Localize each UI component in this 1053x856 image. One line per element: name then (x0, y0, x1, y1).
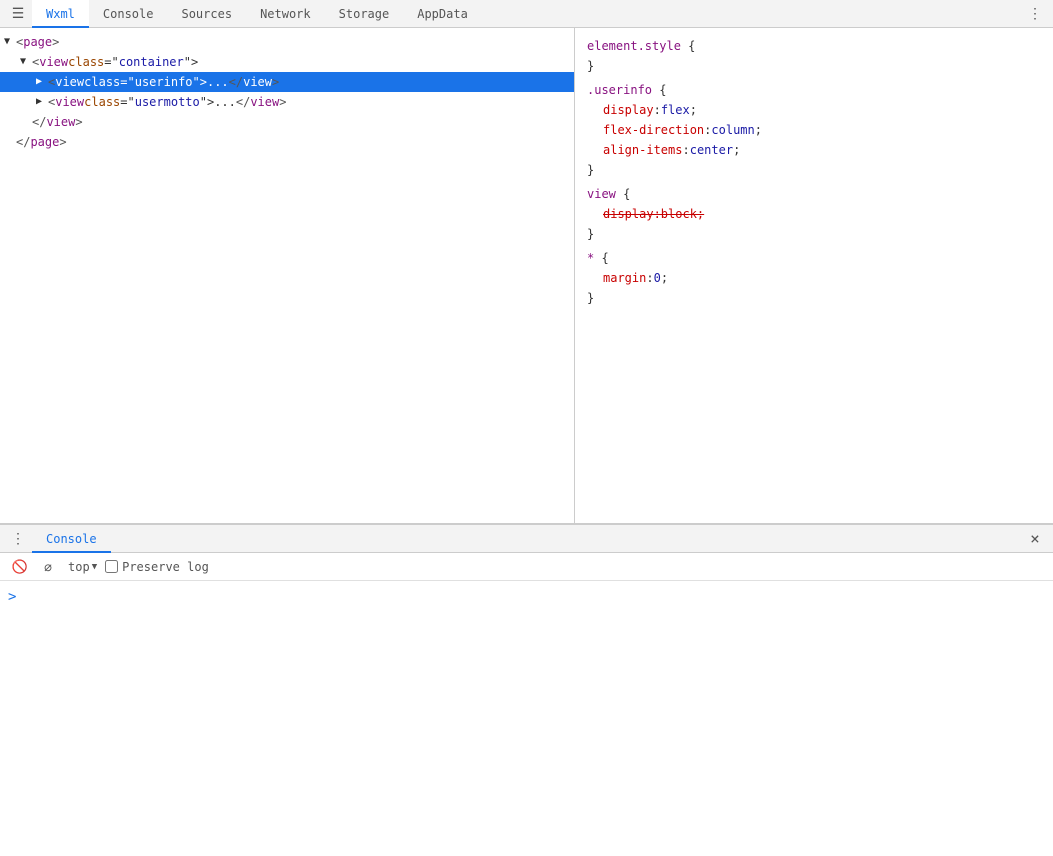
console-close-button[interactable]: × (1021, 525, 1049, 553)
tree-row-view-usermotto[interactable]: ▶ <view class="usermotto">...</view> (0, 92, 574, 112)
console-body: > (0, 581, 1053, 856)
tab-storage[interactable]: Storage (325, 0, 404, 28)
console-caret-icon: > (8, 589, 16, 605)
console-tab-console[interactable]: Console (32, 525, 111, 553)
css-rule-view-selector: view { (587, 184, 1041, 204)
preserve-log-label: Preserve log (122, 560, 209, 574)
filter-icon: ⌀ (44, 559, 52, 575)
level-selector[interactable]: top ▼ (64, 560, 101, 574)
wxml-tree-panel: ▼ <page> ▼ <view class="container"> ▶ <v… (0, 28, 575, 523)
console-filter-toggle-button[interactable]: ⌀ (36, 555, 60, 579)
dots-icon: ⋮ (11, 530, 25, 547)
css-brace-close-element: } (587, 56, 1041, 76)
level-label: top (68, 560, 90, 574)
tab-console[interactable]: Console (89, 0, 168, 28)
toolbar: ☰ Wxml Console Sources Network Storage A… (0, 0, 1053, 28)
tree-row-view-userinfo[interactable]: ▶ <view class="userinfo">...</view> (0, 72, 574, 92)
preserve-log-checkbox[interactable] (105, 560, 118, 573)
tree-row-view-close[interactable]: </view> (0, 112, 574, 132)
toolbar-left: ☰ (4, 0, 32, 28)
main-panel: ▼ <page> ▼ <view class="container"> ▶ <v… (0, 28, 1053, 524)
tree-toggle-container[interactable]: ▼ (20, 56, 32, 68)
more-options-button[interactable]: ⋮ (1021, 0, 1049, 28)
css-prop-align-items: align-items:center; (587, 140, 1041, 160)
css-rule-userinfo-selector: .userinfo { (587, 80, 1041, 100)
tab-network[interactable]: Network (246, 0, 325, 28)
tree-toggle-page[interactable]: ▼ (4, 36, 16, 48)
console-tab-bar: ⋮ Console × (0, 525, 1053, 553)
css-rule-element-style: element.style { (587, 36, 1041, 56)
css-prop-display-flex: display:flex; (587, 100, 1041, 120)
tree-toggle-view-close (20, 116, 32, 128)
chevron-down-icon: ▼ (92, 562, 97, 572)
tree-toggle-usermotto[interactable]: ▶ (36, 96, 48, 108)
css-prop-display-block: display:block; (587, 204, 1041, 224)
console-clear-button[interactable]: 🚫 (8, 555, 32, 579)
hamburger-icon: ☰ (12, 5, 25, 22)
tree-row-page-close[interactable]: </page> (0, 132, 574, 152)
toolbar-right: ⋮ (1021, 0, 1049, 28)
tab-wxml[interactable]: Wxml (32, 0, 89, 28)
console-input[interactable] (20, 590, 1045, 604)
tree-row-page-open[interactable]: ▼ <page> (0, 32, 574, 52)
tab-appdata[interactable]: AppData (403, 0, 482, 28)
css-brace-close-view: } (587, 224, 1041, 244)
console-drawer-menu-button[interactable]: ⋮ (4, 525, 32, 553)
css-rule-star-selector: * { (587, 248, 1041, 268)
preserve-log-control[interactable]: Preserve log (105, 560, 209, 574)
console-toolbar: 🚫 ⌀ top ▼ Preserve log (0, 553, 1053, 581)
clear-icon: 🚫 (12, 559, 28, 575)
console-drawer: ⋮ Console × 🚫 ⌀ top ▼ Preserve log > (0, 524, 1053, 856)
console-prompt-line[interactable]: > (8, 585, 1045, 609)
css-panel: element.style { } .userinfo { display:fl… (575, 28, 1053, 523)
tree-row-view-container[interactable]: ▼ <view class="container"> (0, 52, 574, 72)
css-brace-close-star: } (587, 288, 1041, 308)
console-tab-bar-left: ⋮ Console (4, 525, 111, 553)
tree-toggle-userinfo[interactable]: ▶ (36, 76, 48, 88)
css-prop-margin: margin:0; (587, 268, 1041, 288)
tab-sources[interactable]: Sources (167, 0, 246, 28)
menu-icon-button[interactable]: ☰ (4, 0, 32, 28)
more-icon: ⋮ (1028, 5, 1042, 22)
tree-toggle-page-close (4, 136, 16, 148)
css-brace-close-userinfo: } (587, 160, 1041, 180)
css-prop-flex-direction: flex-direction:column; (587, 120, 1041, 140)
main-tab-bar: Wxml Console Sources Network Storage App… (32, 0, 1021, 28)
